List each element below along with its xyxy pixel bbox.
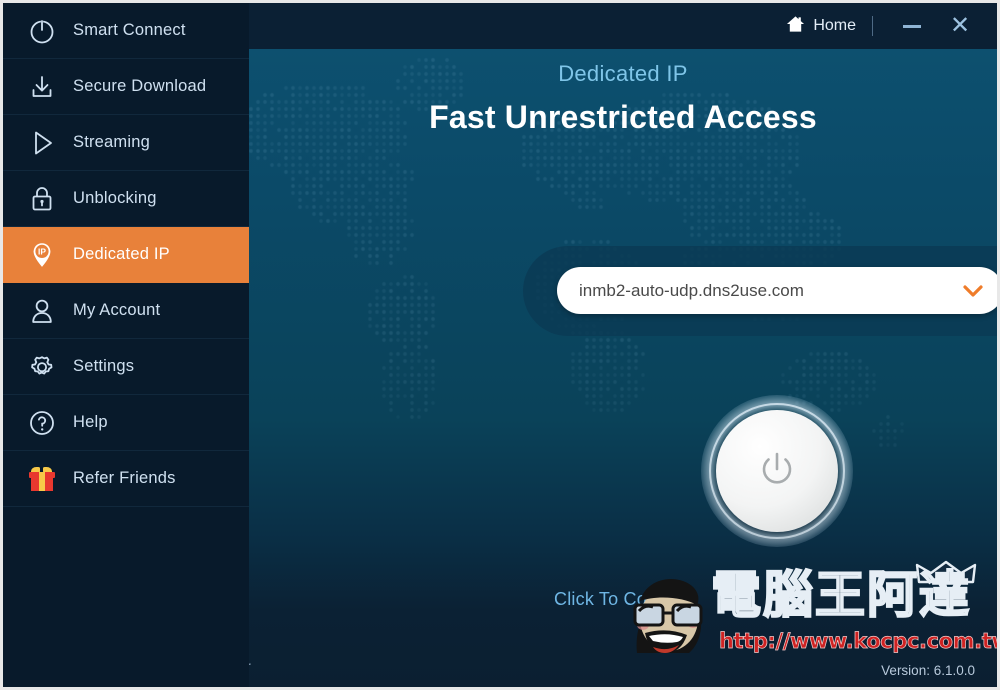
- sidebar-item-secure-download[interactable]: Secure Download: [3, 59, 249, 115]
- svg-text:IP: IP: [38, 246, 46, 256]
- page-eyebrow: Dedicated IP: [558, 61, 688, 86]
- minimize-button[interactable]: [895, 11, 929, 41]
- sidebar-item-settings[interactable]: Settings: [3, 339, 249, 395]
- version-label: Version: 6.1.0.0: [881, 663, 975, 678]
- gift-icon: [25, 462, 59, 496]
- power-icon: [25, 14, 59, 48]
- sidebar-item-label: My Account: [73, 301, 161, 319]
- chevron-down-icon[interactable]: [961, 284, 985, 298]
- server-dropdown-value: inmb2-auto-udp.dns2use.com: [579, 280, 804, 300]
- power-button-face: [716, 410, 838, 532]
- sidebar-item-label: Streaming: [73, 133, 151, 151]
- main-panel: Dedicated IP Fast Unrestricted Access in…: [249, 49, 997, 687]
- ip-pin-icon: IP: [25, 238, 59, 272]
- sidebar-item-label: Help: [73, 413, 108, 431]
- server-dropdown[interactable]: inmb2-auto-udp.dns2use.com: [557, 267, 997, 314]
- sidebar-item-my-account[interactable]: My Account: [3, 283, 249, 339]
- sidebar-item-label: Dedicated IP: [73, 245, 170, 263]
- title-bar: Home ✕: [249, 3, 997, 49]
- sidebar-item-label: Secure Download: [73, 77, 207, 95]
- server-selector: inmb2-auto-udp.dns2use.com: [523, 246, 997, 336]
- click-to-connect-label[interactable]: Click To Connect: [554, 589, 692, 609]
- page-title: Fast Unrestricted Access: [429, 99, 817, 135]
- sidebar: Smart Connect Secure Download Streaming: [3, 3, 249, 687]
- cta-section: Click To Connect: [249, 589, 997, 610]
- user-icon: [25, 294, 59, 328]
- sidebar-item-label: Refer Friends: [73, 469, 176, 487]
- sidebar-item-dedicated-ip[interactable]: IP Dedicated IP: [3, 227, 249, 283]
- sidebar-item-help[interactable]: Help: [3, 395, 249, 451]
- sidebar-item-unblocking[interactable]: Unblocking: [3, 171, 249, 227]
- home-button[interactable]: Home: [786, 15, 856, 38]
- lock-icon: [25, 182, 59, 216]
- sidebar-item-label: Settings: [73, 357, 135, 375]
- hero-section: Dedicated IP Fast Unrestricted Access: [249, 49, 997, 136]
- home-icon: [786, 15, 805, 38]
- download-icon: [25, 70, 59, 104]
- sidebar-item-label: Smart Connect: [73, 21, 186, 39]
- vpn-app-window: Smart Connect Secure Download Streaming: [0, 0, 1000, 690]
- question-icon: [25, 406, 59, 440]
- status-text: tor: [249, 659, 251, 674]
- play-icon: [25, 126, 59, 160]
- sidebar-item-smart-connect[interactable]: Smart Connect: [3, 3, 249, 59]
- close-button[interactable]: ✕: [945, 11, 975, 41]
- sidebar-item-streaming[interactable]: Streaming: [3, 115, 249, 171]
- sidebar-item-label: Unblocking: [73, 189, 157, 207]
- home-label: Home: [813, 17, 856, 34]
- connect-power-button[interactable]: [701, 395, 853, 547]
- titlebar-divider: [872, 16, 873, 36]
- gear-icon: [25, 350, 59, 384]
- sidebar-item-refer-friends[interactable]: Refer Friends: [3, 451, 249, 507]
- power-icon: [752, 444, 802, 499]
